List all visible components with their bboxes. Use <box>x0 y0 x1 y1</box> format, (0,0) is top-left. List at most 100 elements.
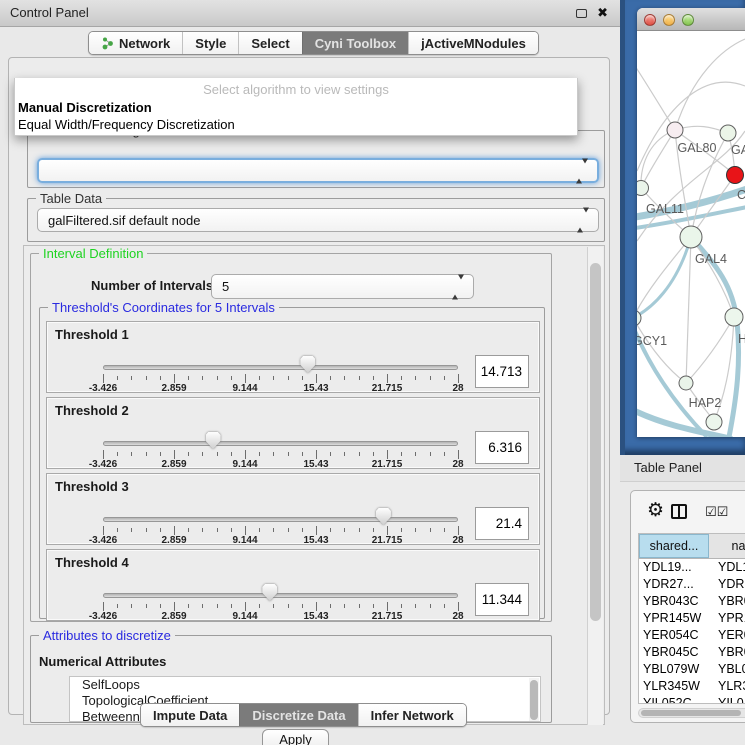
interval-definition-group: Interval Definition Number of Intervals … <box>30 253 552 622</box>
slider-track[interactable] <box>103 517 458 522</box>
cell-shared-name: YLR345W <box>639 678 709 695</box>
table-data-title: Table Data <box>36 191 106 206</box>
network-window-frame: GAL80GACGAL11GAL4GCY1HHAP2 <box>620 0 745 455</box>
network-node[interactable] <box>706 414 722 430</box>
node-label: GA <box>731 143 745 157</box>
tab-label: Cyni Toolbox <box>315 36 396 51</box>
table-row[interactable]: YBR045CYBR0 <box>639 644 745 661</box>
node-label: C <box>737 188 745 202</box>
control-panel-titlebar[interactable]: Control Panel ✖ <box>0 0 620 27</box>
vertical-scrollbar-thumb[interactable] <box>590 263 601 621</box>
threshold-label: Threshold 3 <box>55 479 129 494</box>
cell-shared-name: YBR045C <box>639 644 709 661</box>
number-of-intervals-combo[interactable]: 5 <box>211 274 474 299</box>
network-node-gal4[interactable] <box>680 226 702 248</box>
cell-shared-name: YIL052C <box>639 695 709 704</box>
minimize-traffic-light-icon[interactable] <box>663 14 675 26</box>
attribute-list-item[interactable]: SelfLoops <box>70 677 540 693</box>
app-root: Control Panel ✖ Network Style Select Cyni T… <box>0 0 745 745</box>
tab-label: Discretize Data <box>252 708 345 723</box>
network-node-gal80[interactable] <box>667 122 683 138</box>
horizontal-scrollbar-thumb[interactable] <box>641 710 741 716</box>
slider-thumb[interactable] <box>206 432 221 449</box>
cell-shared-name: YPR145W <box>639 610 709 627</box>
network-node-h[interactable] <box>725 308 743 326</box>
zoom-traffic-light-icon[interactable] <box>682 14 694 26</box>
tab-discretize-data[interactable]: Discretize Data <box>239 704 357 726</box>
slider-track[interactable] <box>103 593 458 598</box>
table-row[interactable]: YDR27...YDR2 <box>639 576 745 593</box>
table-row[interactable]: YPR145WYPR1 <box>639 610 745 627</box>
cell-name: YBR0 <box>709 644 745 661</box>
split-columns-icon[interactable] <box>671 504 687 519</box>
slider-track[interactable] <box>103 365 458 370</box>
cell-shared-name: YDL19... <box>639 559 709 576</box>
network-icon <box>101 36 114 50</box>
slider-tick-labels: -3.4262.8599.14415.4321.71528 <box>103 611 458 623</box>
tab-cyni-toolbox[interactable]: Cyni Toolbox <box>302 32 408 54</box>
algorithm-option-manual[interactable]: Manual Discretization <box>18 100 152 115</box>
close-traffic-light-icon[interactable] <box>644 14 656 26</box>
combo-arrows-icon <box>576 163 588 178</box>
threshold-value-input[interactable] <box>475 431 529 464</box>
table-row[interactable]: YDL19...YDL1 <box>639 559 745 576</box>
float-window-icon[interactable] <box>576 9 587 18</box>
table-rows: YDL19...YDL1YDR27...YDR2YBR043CYBR0YPR14… <box>639 559 745 704</box>
checkbox-select-icons[interactable]: ☑☑ <box>705 504 728 520</box>
threshold-value-input[interactable] <box>475 507 529 540</box>
tab-select[interactable]: Select <box>238 32 301 54</box>
tab-network[interactable]: Network <box>89 32 182 54</box>
slider-tick-labels: -3.4262.8599.14415.4321.71528 <box>103 459 458 471</box>
attributes-scrollbar[interactable] <box>529 678 539 722</box>
close-icon[interactable]: ✖ <box>597 5 608 21</box>
table-row[interactable]: YBL079WYBL0 <box>639 661 745 678</box>
cell-name: YDL1 <box>709 559 745 576</box>
network-window-titlebar[interactable] <box>637 8 745 31</box>
thresholds-group: Threshold's Coordinates for 5 Intervals … <box>39 307 545 619</box>
threshold-value-input[interactable] <box>475 355 529 388</box>
tab-infer-network[interactable]: Infer Network <box>358 704 466 726</box>
slider-track[interactable] <box>103 441 458 446</box>
network-node-gal11[interactable] <box>637 181 649 196</box>
table-row[interactable]: YLR345WYLR3 <box>639 678 745 695</box>
column-header[interactable]: shared... <box>639 534 709 558</box>
gear-icon[interactable]: ⚙ <box>647 499 664 522</box>
algorithm-option-equal-width[interactable]: Equal Width/Frequency Discretization <box>18 117 235 132</box>
tab-style[interactable]: Style <box>182 32 238 54</box>
table-panel-titlebar[interactable]: Table Panel <box>620 455 745 482</box>
node-attribute-table[interactable]: shared...na YDL19...YDL1YDR27...YDR2YBR0… <box>638 533 745 704</box>
bottom-tab-bar: Impute Data Discretize Data Infer Network <box>140 703 467 727</box>
network-window: GAL80GACGAL11GAL4GCY1HHAP2 <box>637 8 745 437</box>
tab-label: Infer Network <box>371 708 454 723</box>
tab-jactivemnodules[interactable]: jActiveMNodules <box>408 32 538 54</box>
slider-thumb[interactable] <box>300 356 315 373</box>
network-node-c[interactable] <box>727 167 744 184</box>
table-row[interactable]: YER054CYER0 <box>639 627 745 644</box>
cell-shared-name: YER054C <box>639 627 709 644</box>
threshold-label: Threshold 2 <box>55 403 129 418</box>
tab-impute-data[interactable]: Impute Data <box>141 704 239 726</box>
network-node-ga[interactable] <box>720 125 736 141</box>
threshold-box-1: Threshold 1-3.4262.8599.14415.4321.71528 <box>46 321 540 393</box>
slider-thumb[interactable] <box>262 584 277 601</box>
cyni-toolbox-panel: Discretization Algorithm Table Data galF… <box>8 57 610 715</box>
slider-thumb[interactable] <box>376 508 391 525</box>
algorithm-combo[interactable] <box>37 158 599 183</box>
column-header[interactable]: na <box>709 534 745 558</box>
cell-name: YPR1 <box>709 610 745 627</box>
network-canvas[interactable]: GAL80GACGAL11GAL4GCY1HHAP2 <box>637 31 745 437</box>
threshold-box-3: Threshold 3 -3.4262.8599.14415.4321.71528 <box>46 473 540 545</box>
network-node-hap2[interactable] <box>679 376 693 390</box>
table-row[interactable]: YIL052CYIL0 <box>639 695 745 704</box>
table-row[interactable]: YBR043CYBR0 <box>639 593 745 610</box>
threshold-value-input[interactable] <box>475 583 529 616</box>
apply-button[interactable]: Apply <box>262 729 329 745</box>
horizontal-scrollbar[interactable] <box>638 708 745 718</box>
number-of-intervals-label: Number of Intervals <box>91 278 213 293</box>
vertical-scrollbar[interactable] <box>587 247 603 725</box>
tab-label: Style <box>195 36 226 51</box>
cell-name: YDR2 <box>709 576 745 593</box>
network-nodes[interactable]: GAL80GACGAL11GAL4GCY1HHAP2 <box>637 122 745 430</box>
table-data-combo[interactable]: galFiltered.sif default node <box>37 208 599 232</box>
slider-tick-labels: -3.4262.8599.14415.4321.71528 <box>103 535 458 547</box>
